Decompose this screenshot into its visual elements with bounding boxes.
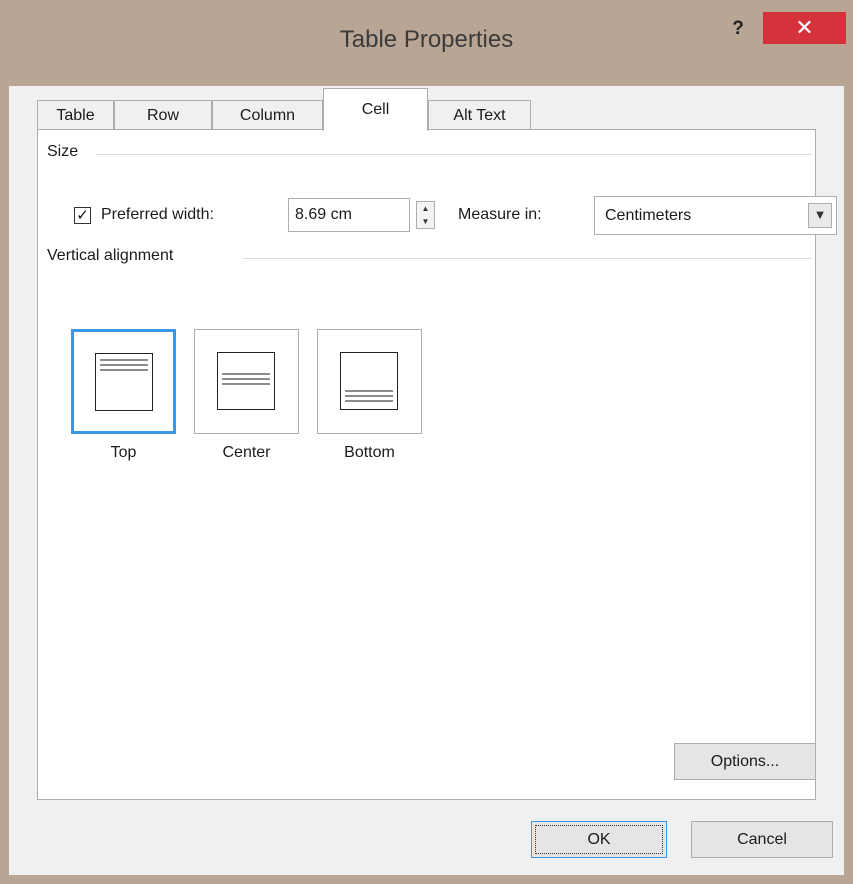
help-button[interactable]: ? bbox=[723, 14, 753, 44]
alignment-group-divider bbox=[243, 258, 812, 259]
cell-tab-panel: Size ✓ Preferred width: 8.69 cm ▲ ▼ Meas… bbox=[37, 129, 837, 800]
align-top-button[interactable] bbox=[71, 329, 176, 434]
tab-column[interactable]: Column bbox=[212, 100, 323, 130]
dialog-client: Table Row Column Cell Alt Text Size ✓ Pr… bbox=[9, 86, 844, 875]
close-button[interactable]: ✕ bbox=[763, 12, 846, 44]
align-center-label: Center bbox=[222, 444, 271, 461]
tab-table[interactable]: Table bbox=[37, 100, 114, 130]
preferred-width-input[interactable]: 8.69 cm bbox=[288, 198, 410, 232]
close-icon: ✕ bbox=[795, 15, 814, 40]
align-bottom-icon bbox=[340, 352, 398, 410]
tab-cell[interactable]: Cell bbox=[323, 88, 428, 131]
dialog-window: Table Properties ? ✕ Table Row Column Ce… bbox=[0, 0, 853, 884]
preferred-width-checkbox[interactable]: ✓ bbox=[74, 207, 91, 224]
spin-up-icon[interactable]: ▲ bbox=[417, 202, 434, 215]
align-center-icon bbox=[217, 352, 275, 410]
title-bar[interactable]: Table Properties ? ✕ bbox=[0, 0, 853, 86]
focus-ring bbox=[535, 825, 663, 854]
tab-label: Cell bbox=[361, 101, 390, 118]
cancel-button[interactable]: Cancel bbox=[691, 821, 833, 858]
align-bottom-button[interactable] bbox=[317, 329, 422, 434]
measure-in-select[interactable]: Centimeters ▼ bbox=[594, 196, 837, 235]
tab-label: Row bbox=[146, 107, 179, 124]
align-center-button[interactable] bbox=[194, 329, 299, 434]
tab-alt-text[interactable]: Alt Text bbox=[428, 100, 531, 130]
align-top-icon bbox=[95, 353, 153, 411]
spin-down-icon[interactable]: ▼ bbox=[417, 215, 434, 228]
ok-button[interactable]: OK bbox=[531, 821, 667, 858]
size-group-divider bbox=[96, 154, 812, 155]
width-spinner[interactable]: ▲ ▼ bbox=[416, 201, 435, 229]
measure-in-label: Measure in: bbox=[458, 206, 542, 223]
checkmark-icon: ✓ bbox=[76, 207, 89, 224]
tab-label: Table bbox=[56, 107, 95, 124]
options-button[interactable]: Options... bbox=[674, 743, 816, 780]
preferred-width-label: Preferred width: bbox=[101, 206, 214, 223]
tab-row[interactable]: Row bbox=[114, 100, 212, 130]
align-bottom-label: Bottom bbox=[344, 444, 395, 461]
measure-in-value: Centimeters bbox=[605, 207, 692, 224]
size-group-label: Size bbox=[47, 143, 85, 161]
align-top-label: Top bbox=[110, 444, 137, 461]
vertical-alignment-label: Vertical alignment bbox=[47, 247, 180, 265]
tab-label: Column bbox=[239, 107, 296, 124]
chevron-down-icon[interactable]: ▼ bbox=[808, 203, 832, 228]
tab-label: Alt Text bbox=[453, 107, 506, 124]
